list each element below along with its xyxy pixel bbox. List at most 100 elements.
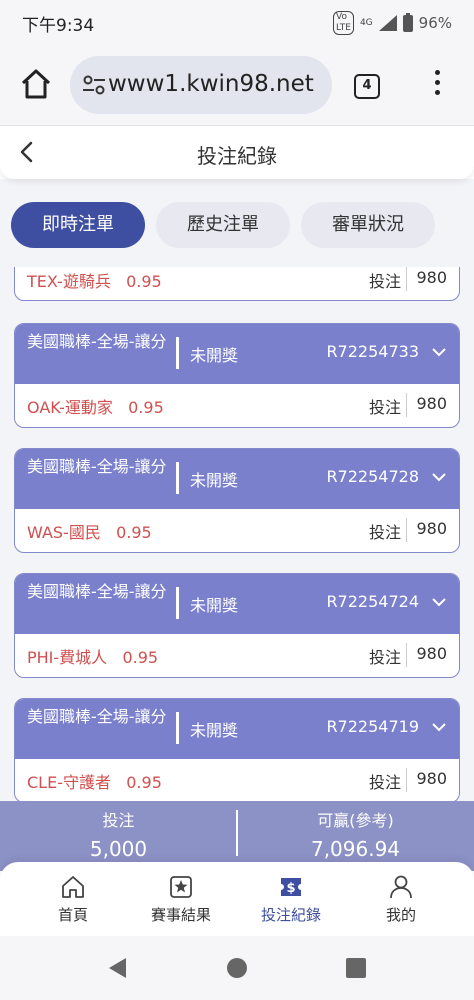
bet-card-body: OAK-運動家 0.95 投注 980 <box>15 384 459 426</box>
star-badge-icon <box>170 876 192 898</box>
bet-amount: 980 <box>416 519 447 538</box>
bet-amount: 980 <box>416 644 447 663</box>
bet-label: 投注 <box>368 773 401 792</box>
divider <box>406 768 407 792</box>
battery-percent: 96% <box>418 14 452 32</box>
network-type: 4G <box>359 18 373 28</box>
potential-win-summary: 可贏(參考) 7,096.94 <box>237 801 474 871</box>
bet-label: 投注 <box>368 272 401 291</box>
bet-tabs: 即時注單 歷史注單 審單狀況 <box>0 202 474 248</box>
bet-card-partial[interactable]: TEX-遊騎兵 0.95 投注 980 <box>14 267 460 301</box>
nav-home-label: 首頁 <box>57 906 88 924</box>
bet-amount: 980 <box>416 769 447 788</box>
bet-card[interactable]: 美國職棒-全場-讓分 未開獎 R72254728 WAS-國民 0.95 投注 … <box>14 448 460 553</box>
bet-status: 未開獎 <box>190 721 239 740</box>
bet-card-body: CLE-守護者 0.95 投注 980 <box>15 759 459 801</box>
bet-summary-bar: 投注 5,000 可贏(參考) 7,096.94 <box>0 801 474 871</box>
system-back-icon[interactable] <box>106 956 130 980</box>
bet-amount: 980 <box>416 394 447 413</box>
chevron-down-icon[interactable] <box>431 469 447 485</box>
divider <box>406 643 407 667</box>
bet-pick: OAK-運動家 0.95 <box>27 398 164 417</box>
bet-market: 美國職棒-全場-讓分 <box>27 457 167 476</box>
address-bar[interactable]: www1.kwin98.net <box>70 56 332 114</box>
bet-pick: WAS-國民 0.95 <box>27 523 152 542</box>
page-title: 投注紀錄 <box>197 144 277 168</box>
dollar-ticket-icon: $ <box>281 878 301 896</box>
bet-card-header[interactable]: 美國職棒-全場-讓分 未開獎 R72254719 <box>15 699 459 759</box>
stake-summary: 投注 5,000 <box>0 801 237 871</box>
system-recents-icon[interactable] <box>344 956 368 980</box>
bet-card[interactable]: 美國職棒-全場-讓分 未開獎 R72254719 CLE-守護者 0.95 投注… <box>14 698 460 801</box>
nav-bet-records[interactable]: $ 投注紀錄 <box>232 862 350 936</box>
potential-win-value: 7,096.94 <box>310 837 401 861</box>
stake-label: 投注 <box>102 811 135 830</box>
site-settings-icon[interactable] <box>82 74 106 96</box>
chevron-down-icon[interactable] <box>431 344 447 360</box>
bet-id: R72254724 <box>326 592 419 611</box>
bet-card[interactable]: 美國職棒-全場-讓分 未開獎 R72254724 PHI-費城人 0.95 投注… <box>14 573 460 678</box>
bet-id: R72254719 <box>326 717 419 736</box>
system-nav-bar <box>0 936 474 1000</box>
nav-my-account-label: 我的 <box>385 906 416 924</box>
stake-value: 5,000 <box>89 837 148 861</box>
bet-card[interactable]: 美國職棒-全場-讓分 未開獎 R72254733 OAK-運動家 0.95 投注… <box>14 323 460 428</box>
nav-match-results[interactable]: 賽事結果 <box>122 862 240 936</box>
divider <box>406 518 407 542</box>
bottom-nav: 首頁 賽事結果 $ 投注紀錄 我的 <box>0 862 474 936</box>
bet-label: 投注 <box>368 398 401 417</box>
divider <box>176 337 179 369</box>
nav-home[interactable]: 首頁 <box>14 862 132 936</box>
status-time: 下午9:34 <box>22 16 95 36</box>
tab-live-bets[interactable]: 即時注單 <box>11 202 145 248</box>
nav-bet-records-label: 投注紀錄 <box>260 906 321 924</box>
bet-status: 未開獎 <box>190 471 239 490</box>
bet-market: 美國職棒-全場-讓分 <box>27 707 167 726</box>
url-text: www1.kwin98.net <box>108 71 314 97</box>
bet-market: 美國職棒-全場-讓分 <box>27 332 167 351</box>
volte-icon: Vo LTE <box>332 11 354 35</box>
divider <box>406 267 407 291</box>
bet-pick: CLE-守護者 0.95 <box>27 773 162 792</box>
more-menu-icon[interactable] <box>430 70 444 100</box>
svg-text:$: $ <box>286 881 295 896</box>
status-icons: Vo LTE 4G 96% <box>332 11 452 35</box>
page-header: 投注紀錄 <box>0 127 474 179</box>
divider <box>176 712 179 744</box>
potential-win-label: 可贏(參考) <box>317 811 394 830</box>
bet-card-body: WAS-國民 0.95 投注 980 <box>15 509 459 551</box>
bet-amount: 980 <box>416 268 447 287</box>
bet-card-body: PHI-費城人 0.95 投注 980 <box>15 634 459 676</box>
bet-card-header[interactable]: 美國職棒-全場-讓分 未開獎 R72254728 <box>15 449 459 509</box>
bet-status: 未開獎 <box>190 346 239 365</box>
tab-history-bets[interactable]: 歷史注單 <box>156 202 290 248</box>
bet-label: 投注 <box>368 523 401 542</box>
status-bar: 下午9:34 Vo LTE 4G 96% <box>0 0 474 44</box>
divider <box>406 393 407 417</box>
bet-status: 未開獎 <box>190 596 239 615</box>
chevron-down-icon[interactable] <box>431 594 447 610</box>
system-home-icon[interactable] <box>225 956 249 980</box>
bet-card-header[interactable]: 美國職棒-全場-讓分 未開獎 R72254724 <box>15 574 459 634</box>
user-icon <box>390 875 412 899</box>
tab-switcher-button[interactable]: 4 <box>354 74 380 99</box>
battery-icon <box>402 12 413 32</box>
bet-id: R72254728 <box>326 467 419 486</box>
signal-icon <box>378 15 397 31</box>
bet-id: R72254733 <box>326 342 419 361</box>
bet-label: 投注 <box>368 648 401 667</box>
nav-my-account[interactable]: 我的 <box>342 862 460 936</box>
content-area: 即時注單 歷史注單 審單狀況 TEX-遊騎兵 0.95 投注 980 美國職棒-… <box>0 179 474 801</box>
bet-pick: TEX-遊騎兵 0.95 <box>27 272 162 291</box>
divider <box>176 587 179 619</box>
browser-toolbar: www1.kwin98.net 4 <box>0 44 474 126</box>
browser-home-icon[interactable] <box>20 68 52 100</box>
bet-card-header[interactable]: 美國職棒-全場-讓分 未開獎 R72254733 <box>15 324 459 384</box>
nav-match-results-label: 賽事結果 <box>150 906 211 924</box>
home-icon <box>62 876 84 898</box>
chevron-down-icon[interactable] <box>431 719 447 735</box>
bet-list: TEX-遊騎兵 0.95 投注 980 美國職棒-全場-讓分 未開獎 R7225… <box>0 267 474 801</box>
divider <box>176 462 179 494</box>
tab-review-status[interactable]: 審單狀況 <box>301 202 435 248</box>
bet-pick: PHI-費城人 0.95 <box>27 648 159 667</box>
